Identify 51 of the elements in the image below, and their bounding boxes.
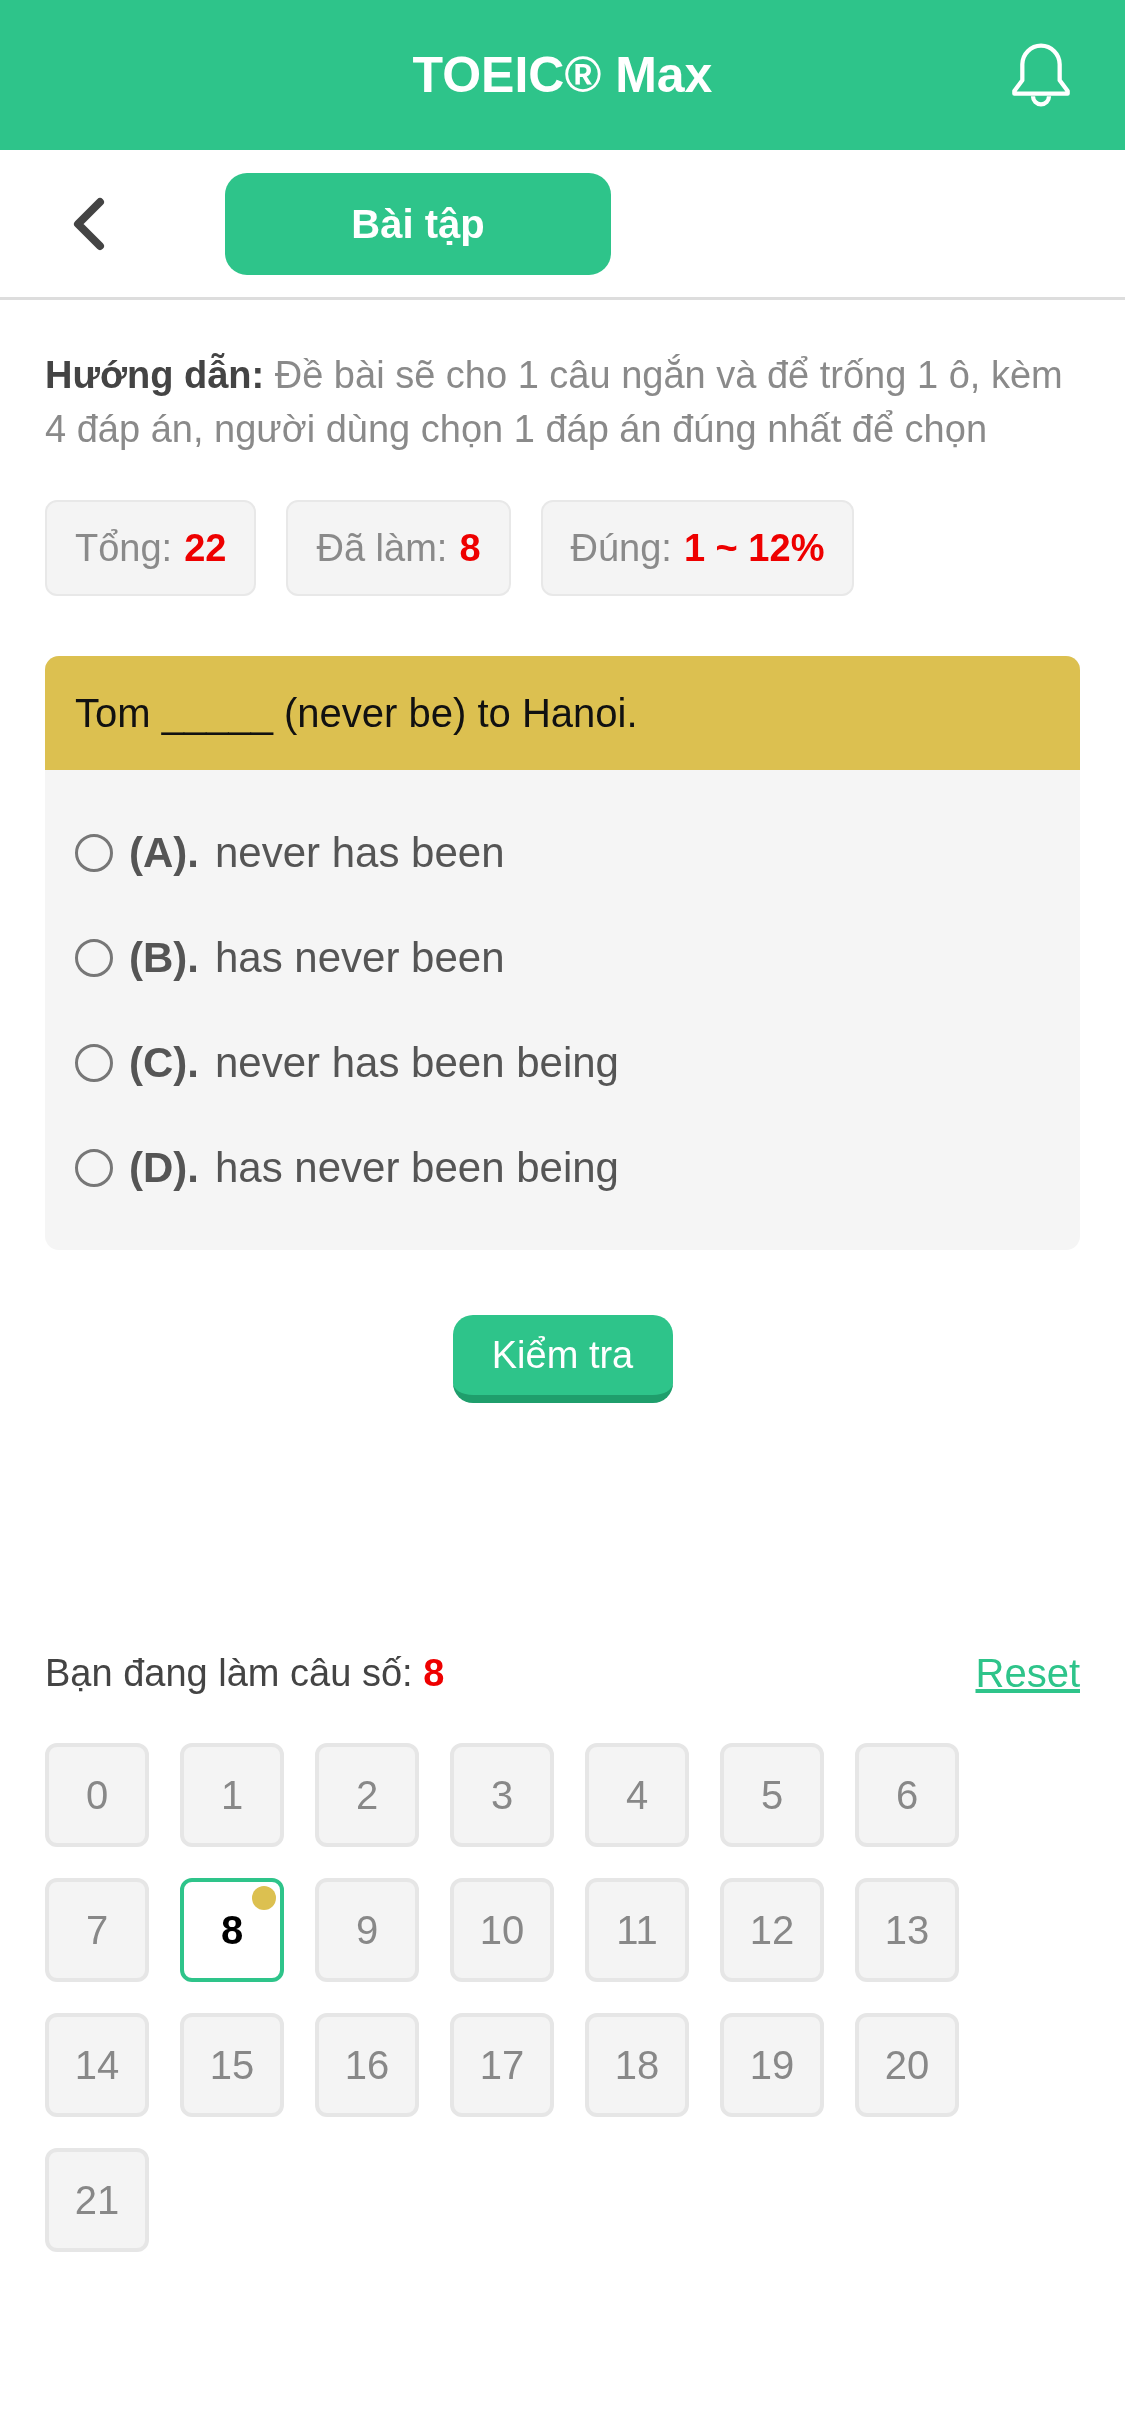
- option-letter: (A).: [129, 828, 199, 878]
- answer-option[interactable]: (D). has never been being: [75, 1115, 1050, 1220]
- option-text: never has been being: [215, 1038, 619, 1088]
- question-number-tile[interactable]: 5: [720, 1743, 824, 1847]
- instructions-text: Hướng dẫn: Đề bài sẽ cho 1 câu ngắn và để trống 1 ô, kèm 4 đáp án, người dùng chọn 1 đáp án đúng nhất để chọn: [45, 352, 1064, 452]
- option-text: never has been: [215, 828, 505, 878]
- stat-label: Tổng:: [75, 525, 173, 571]
- question-number-tile[interactable]: 6: [855, 1743, 959, 1847]
- stat-label: Đúng:: [570, 525, 672, 571]
- app-title: TOEIC® Max: [412, 45, 713, 105]
- question-number-tile[interactable]: 18: [585, 2013, 689, 2117]
- question-number-tile[interactable]: 1: [180, 1743, 284, 1847]
- radio-button[interactable]: [75, 1148, 113, 1187]
- question-number-tile[interactable]: 21: [45, 2148, 149, 2252]
- option-letter: (D).: [129, 1143, 199, 1193]
- question-number-tile[interactable]: 11: [585, 1878, 689, 1982]
- stat-label: Đã làm:: [316, 525, 448, 571]
- question-number-tile[interactable]: 12: [720, 1878, 824, 1982]
- question-number-tile[interactable]: 3: [450, 1743, 554, 1847]
- question-number-tile[interactable]: 17: [450, 2013, 554, 2117]
- exercise-tab[interactable]: Bài tập: [225, 172, 611, 275]
- reset-link[interactable]: Reset: [975, 1643, 1080, 1703]
- radio-button[interactable]: [75, 938, 113, 977]
- question-number-tile[interactable]: 16: [315, 2013, 419, 2117]
- option-letter: (B).: [129, 933, 199, 983]
- question-number-tile[interactable]: 0: [45, 1743, 149, 1847]
- question-number-tile[interactable]: 7: [45, 1878, 149, 1982]
- check-button[interactable]: Kiểm tra: [452, 1315, 673, 1403]
- option-text: has never been: [215, 933, 505, 983]
- question-number-tile[interactable]: 9: [315, 1878, 419, 1982]
- question-number-tile[interactable]: 10: [450, 1878, 554, 1982]
- option-text: has never been being: [215, 1143, 619, 1193]
- question-number-tile[interactable]: 2: [315, 1743, 419, 1847]
- current-question-text: Bạn đang làm câu số: 8: [45, 1650, 445, 1696]
- stat-value: 22: [184, 525, 227, 571]
- stat-value: 8: [459, 525, 481, 571]
- answer-option[interactable]: (A). never has been: [75, 800, 1050, 905]
- radio-button[interactable]: [75, 1043, 113, 1082]
- answer-option[interactable]: (C). never has been being: [75, 1010, 1050, 1115]
- radio-button[interactable]: [75, 833, 113, 872]
- question-number-tile[interactable]: 19: [720, 2013, 824, 2117]
- question-number-tile[interactable]: 8: [180, 1878, 284, 1982]
- option-letter: (C).: [129, 1038, 199, 1088]
- question-prompt: Tom _____ (never be) to Hanoi.: [75, 690, 638, 737]
- stat-value: 1 ~ 12%: [683, 525, 825, 571]
- question-number-tile[interactable]: 20: [855, 2013, 959, 2117]
- question-number-tile[interactable]: 15: [180, 2013, 284, 2117]
- answer-option[interactable]: (B). has never been: [75, 905, 1050, 1010]
- question-number-tile[interactable]: 13: [855, 1878, 959, 1982]
- question-number-tile[interactable]: 4: [585, 1743, 689, 1847]
- question-number-tile[interactable]: 14: [45, 2013, 149, 2117]
